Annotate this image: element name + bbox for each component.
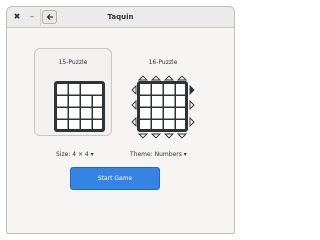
tile: [81, 120, 92, 129]
puzzle-16-preview[interactable]: [128, 72, 198, 142]
tile: [57, 108, 68, 119]
tile: [176, 120, 185, 129]
left-arrow-icon: [131, 116, 137, 128]
right-arrows: [189, 84, 195, 128]
tile: [164, 96, 175, 107]
puzzle-16-label: 16-Puzzle: [148, 59, 178, 66]
tile: [69, 120, 80, 129]
tile: [152, 84, 163, 95]
left-arrow-icon: [131, 99, 137, 111]
puzzle-15-grid[interactable]: [54, 81, 105, 132]
tile: [176, 96, 185, 107]
right-arrow-icon: [189, 116, 195, 128]
right-arrow-icon: [189, 84, 195, 96]
tile: [81, 84, 102, 95]
tile: [152, 96, 163, 107]
tile: [176, 108, 185, 119]
tile: [164, 120, 175, 129]
theme-dropdown[interactable]: Theme: Numbers ▾: [130, 150, 187, 159]
tile: [57, 120, 68, 129]
down-arrow-icon: [137, 133, 149, 139]
tile: [164, 84, 175, 95]
tile: [69, 84, 80, 95]
top-arrows: [137, 75, 188, 81]
tile: [140, 120, 151, 129]
left-arrows: [131, 84, 137, 128]
tile: [152, 120, 163, 129]
tile: [81, 96, 92, 107]
down-arrow-icon: [176, 133, 188, 139]
puzzle-15-label: 15-Puzzle: [58, 59, 88, 66]
start-game-button[interactable]: Start Game: [70, 167, 160, 190]
tile: [57, 96, 68, 107]
up-arrow-icon: [163, 75, 175, 81]
tile: [69, 108, 80, 119]
tile: [81, 108, 92, 119]
tile: [152, 108, 163, 119]
tile: [93, 120, 102, 129]
window-title: Taquin: [107, 13, 134, 21]
tile: [176, 84, 185, 95]
down-arrow-icon: [150, 133, 162, 139]
tile: [164, 108, 175, 119]
tile: [140, 108, 151, 119]
title-bar: ✖ – Taquin: [7, 7, 234, 28]
tile: [69, 96, 80, 107]
size-dropdown[interactable]: Size: 4 × 4 ▾: [56, 150, 94, 159]
tile: [140, 84, 151, 95]
down-arrow-icon: [163, 133, 175, 139]
up-arrow-icon: [137, 75, 149, 81]
tile: [93, 108, 102, 119]
left-arrow-icon: [131, 84, 137, 96]
tile: [57, 84, 68, 95]
tile: [140, 96, 151, 107]
right-arrow-icon: [189, 99, 195, 111]
up-arrow-icon: [176, 75, 188, 81]
up-arrow-icon: [150, 75, 162, 81]
tile: [93, 96, 102, 107]
bottom-arrows: [137, 133, 188, 139]
